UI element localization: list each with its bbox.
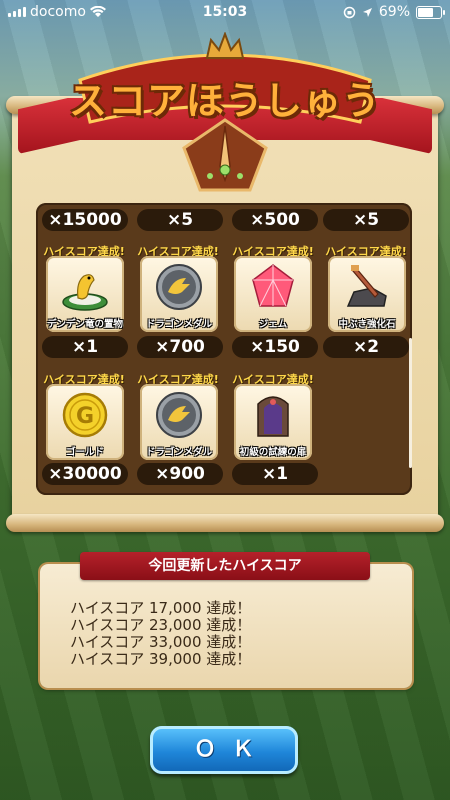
ok-button[interactable]: ＯＫ [150,726,298,774]
item-count: ×700 [137,336,223,358]
item-count: ×1 [42,336,128,358]
item-count: ×150 [232,336,318,358]
battery-percent: 69% [378,4,410,20]
item-name: 中ぶき強化石 [338,319,396,330]
status-right: 69% [343,4,445,20]
svg-text:G: G [76,404,94,429]
notice-line: ハイスコア 17,000 達成！ [70,599,252,617]
notice-line: ハイスコア 39,000 達成！ [70,650,252,668]
top-count-4: ×5 [323,209,409,231]
location-arrow-icon [362,7,372,17]
orientation-lock-icon [343,6,356,18]
top-count-1: ×15000 [42,209,128,231]
item-name: ドラゴンメダル [145,447,213,458]
reward-item-card[interactable]: 中ぶき強化石 [328,256,406,332]
item-count: ×2 [323,336,409,358]
screen-title: スコアほうしゅう [68,79,381,123]
battery-icon [416,5,445,19]
notice-line: ハイスコア 23,000 達成！ [70,616,252,634]
dragon-medal-icon [156,392,202,438]
item-count: ×30000 [42,463,128,485]
notice-line: ハイスコア 33,000 達成！ [70,633,252,651]
item-name: デンデン竜の置物 [46,319,123,330]
reward-item-card[interactable]: ジェム [234,256,312,332]
gem-icon [252,264,294,307]
gold-coin-icon: G [62,392,108,438]
item-name: ドラゴンメダル [145,319,213,330]
item-count: ×900 [137,463,223,485]
reward-item-card[interactable]: G ゴールド [46,384,124,460]
reward-item-card[interactable]: デンデン竜の置物 [46,256,124,332]
item-name: ゴールド [65,447,104,458]
scroll-bottom-rod [6,514,444,532]
reward-item-card[interactable]: 初級の試練の扉 [234,384,312,460]
notice-lines: ハイスコア 17,000 達成！ ハイスコア 23,000 達成！ ハイスコア … [70,600,251,668]
crown-ornament-icon [205,32,245,59]
dragon-medal-icon [156,264,202,310]
trial-door-icon [257,396,289,437]
top-count-3: ×500 [232,209,318,231]
list-scrollbar[interactable] [409,338,412,468]
reward-item-card[interactable]: ドラゴンメダル [140,256,218,332]
top-count-2: ×5 [137,209,223,231]
item-name: 初級の試練の扉 [239,447,307,458]
status-bar: docomo 15:03 69% [0,0,450,24]
notice-header: 今回更新したハイスコア [80,552,370,580]
sword-emblem-icon [182,118,268,192]
item-count: ×1 [232,463,318,485]
dragon-figurine-icon [62,274,108,311]
item-name: ジェム [258,319,288,330]
reward-item-card[interactable]: ドラゴンメダル [140,384,218,460]
weapon-stone-icon [346,265,387,307]
